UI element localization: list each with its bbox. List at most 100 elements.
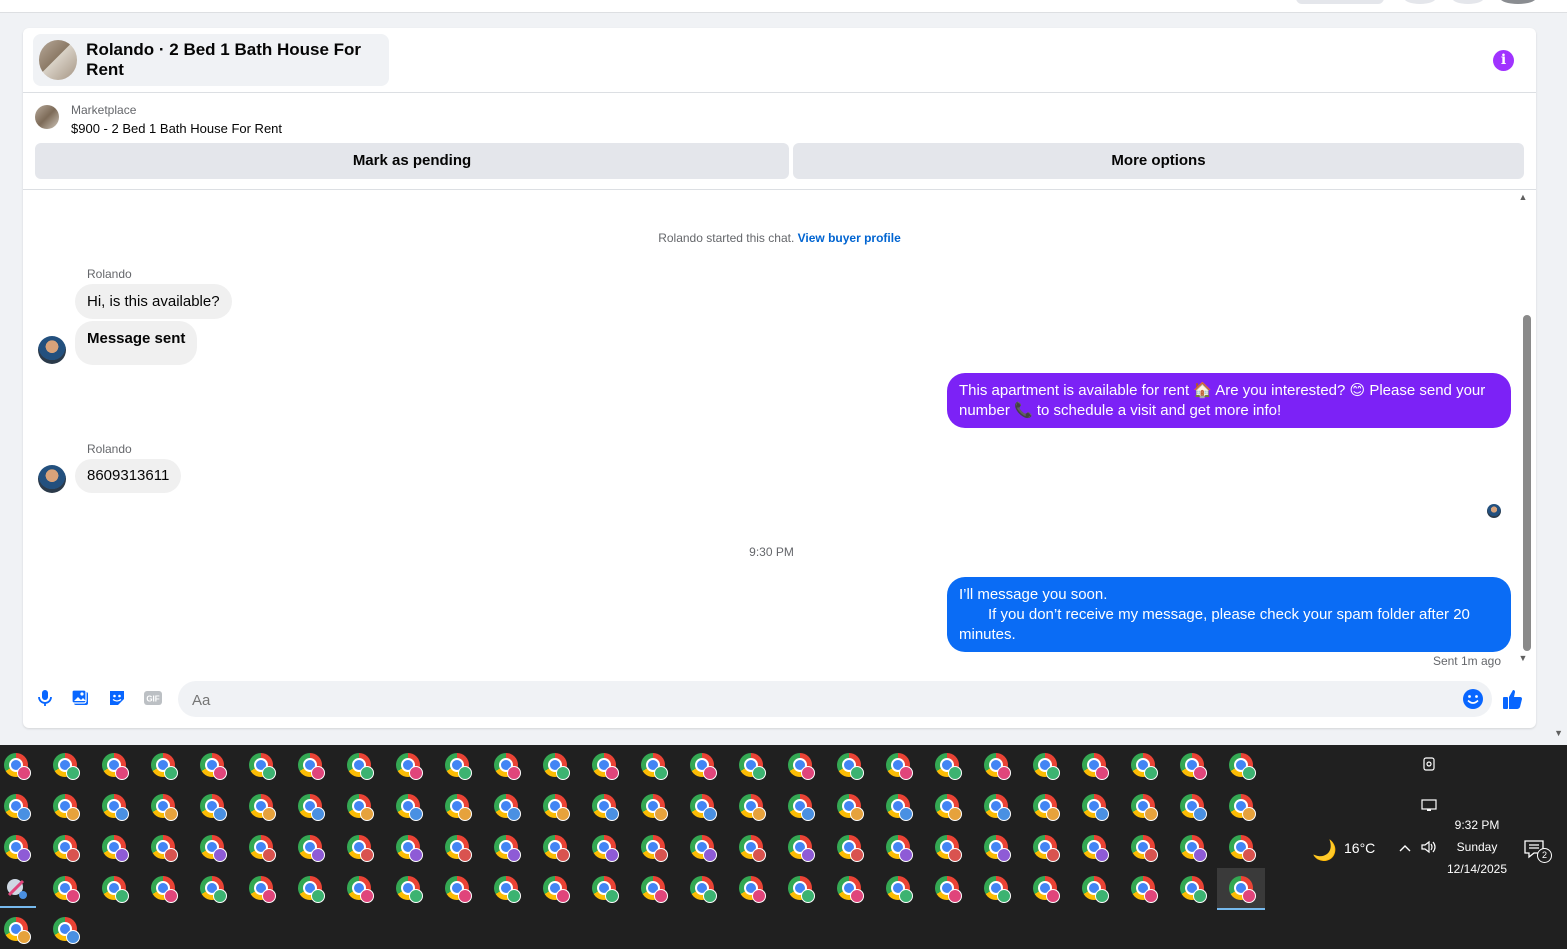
browser-taskbar-icon[interactable] <box>1032 834 1060 862</box>
browser-taskbar-icon[interactable] <box>297 793 325 821</box>
browser-taskbar-icon[interactable] <box>493 875 521 903</box>
browser-taskbar-icon[interactable] <box>346 875 374 903</box>
app-taskbar-icon[interactable] <box>3 875 31 903</box>
browser-taskbar-icon[interactable] <box>346 793 374 821</box>
browser-taskbar-icon[interactable] <box>934 875 962 903</box>
browser-taskbar-icon[interactable] <box>1179 834 1207 862</box>
browser-taskbar-icon[interactable] <box>983 752 1011 780</box>
browser-taskbar-icon[interactable] <box>346 752 374 780</box>
top-bar-icon[interactable] <box>1404 0 1436 4</box>
browser-taskbar-icon[interactable] <box>1081 875 1109 903</box>
weather-temperature[interactable]: 16°C <box>1344 840 1375 856</box>
browser-taskbar-icon[interactable] <box>1032 752 1060 780</box>
browser-taskbar-icon[interactable] <box>836 875 864 903</box>
browser-taskbar-icon[interactable] <box>738 834 766 862</box>
browser-taskbar-icon[interactable] <box>689 752 717 780</box>
browser-taskbar-icon[interactable] <box>444 834 472 862</box>
browser-taskbar-icon[interactable] <box>640 752 668 780</box>
browser-taskbar-icon[interactable] <box>885 752 913 780</box>
browser-taskbar-icon[interactable] <box>542 834 570 862</box>
browser-taskbar-icon[interactable] <box>1130 875 1158 903</box>
top-bar-icon[interactable] <box>1452 0 1484 4</box>
browser-taskbar-icon[interactable] <box>689 793 717 821</box>
browser-taskbar-icon[interactable] <box>1081 752 1109 780</box>
browser-taskbar-icon[interactable] <box>1130 752 1158 780</box>
browser-taskbar-icon[interactable] <box>297 752 325 780</box>
browser-taskbar-icon[interactable] <box>493 752 521 780</box>
browser-taskbar-icon[interactable] <box>346 834 374 862</box>
browser-taskbar-icon[interactable] <box>395 752 423 780</box>
browser-taskbar-icon[interactable] <box>1228 793 1256 821</box>
browser-taskbar-icon[interactable] <box>150 793 178 821</box>
browser-taskbar-icon[interactable] <box>1130 793 1158 821</box>
scroll-down-arrow[interactable]: ▼ <box>1518 653 1528 663</box>
browser-taskbar-icon[interactable] <box>689 834 717 862</box>
browser-taskbar-icon[interactable] <box>297 875 325 903</box>
sticker-icon[interactable] <box>107 688 127 708</box>
browser-taskbar-icon[interactable] <box>150 875 178 903</box>
incoming-message[interactable]: 8609313611 <box>75 459 182 493</box>
top-bar-button[interactable] <box>1296 0 1384 4</box>
browser-taskbar-icon[interactable] <box>52 916 80 944</box>
meet-now-icon[interactable] <box>1421 756 1437 772</box>
browser-taskbar-icon[interactable] <box>983 793 1011 821</box>
volume-icon[interactable] <box>1420 839 1438 855</box>
browser-taskbar-icon[interactable] <box>101 752 129 780</box>
browser-taskbar-icon[interactable] <box>493 793 521 821</box>
browser-taskbar-icon[interactable] <box>836 752 864 780</box>
browser-taskbar-icon[interactable] <box>738 875 766 903</box>
more-options-button[interactable]: More options <box>793 143 1524 179</box>
browser-taskbar-icon[interactable] <box>885 793 913 821</box>
browser-taskbar-icon[interactable] <box>689 875 717 903</box>
microphone-icon[interactable] <box>35 688 55 708</box>
listing-thumbnail[interactable] <box>35 105 59 129</box>
browser-taskbar-icon[interactable] <box>591 793 619 821</box>
browser-taskbar-icon[interactable] <box>395 875 423 903</box>
browser-taskbar-icon[interactable] <box>787 834 815 862</box>
browser-taskbar-icon[interactable] <box>787 752 815 780</box>
browser-taskbar-icon[interactable] <box>983 875 1011 903</box>
browser-taskbar-icon[interactable] <box>640 875 668 903</box>
clock-date[interactable]: 12/14/2025 <box>1440 862 1514 876</box>
browser-taskbar-icon[interactable] <box>395 834 423 862</box>
scroll-up-arrow[interactable]: ▲ <box>1518 192 1528 202</box>
browser-taskbar-icon[interactable] <box>983 834 1011 862</box>
browser-taskbar-icon[interactable] <box>297 834 325 862</box>
photo-icon[interactable] <box>71 688 91 708</box>
outgoing-message[interactable]: I’ll message you soon. If you don’t rece… <box>947 577 1511 652</box>
page-scroll-down-arrow[interactable]: ▼ <box>1554 728 1563 738</box>
sender-avatar[interactable] <box>38 465 66 493</box>
browser-taskbar-icon[interactable] <box>591 875 619 903</box>
browser-taskbar-icon[interactable] <box>199 793 227 821</box>
browser-taskbar-icon[interactable] <box>150 752 178 780</box>
message-input[interactable] <box>190 681 1454 719</box>
browser-taskbar-icon[interactable] <box>199 834 227 862</box>
info-icon[interactable]: i <box>1493 50 1514 71</box>
browser-taskbar-icon[interactable] <box>1130 834 1158 862</box>
browser-taskbar-icon[interactable] <box>101 793 129 821</box>
browser-taskbar-icon[interactable] <box>1032 793 1060 821</box>
browser-taskbar-icon[interactable] <box>787 793 815 821</box>
browser-taskbar-icon[interactable] <box>1228 875 1256 903</box>
browser-taskbar-icon[interactable] <box>101 834 129 862</box>
sender-avatar[interactable] <box>38 336 66 364</box>
browser-taskbar-icon[interactable] <box>3 793 31 821</box>
profile-avatar[interactable] <box>1500 0 1536 4</box>
browser-taskbar-icon[interactable] <box>1032 875 1060 903</box>
browser-taskbar-icon[interactable] <box>3 916 31 944</box>
network-icon[interactable] <box>1421 797 1437 813</box>
browser-taskbar-icon[interactable] <box>934 793 962 821</box>
browser-taskbar-icon[interactable] <box>248 793 276 821</box>
browser-taskbar-icon[interactable] <box>493 834 521 862</box>
view-buyer-profile-link[interactable]: View buyer profile <box>798 231 901 245</box>
listing-price-title[interactable]: $900 - 2 Bed 1 Bath House For Rent <box>71 121 282 136</box>
browser-taskbar-icon[interactable] <box>836 834 864 862</box>
browser-taskbar-icon[interactable] <box>885 834 913 862</box>
browser-taskbar-icon[interactable] <box>640 834 668 862</box>
gif-icon[interactable]: GIF <box>143 688 163 708</box>
browser-taskbar-icon[interactable] <box>3 834 31 862</box>
browser-taskbar-icon[interactable] <box>1081 834 1109 862</box>
browser-taskbar-icon[interactable] <box>885 875 913 903</box>
browser-taskbar-icon[interactable] <box>150 834 178 862</box>
browser-taskbar-icon[interactable] <box>1228 834 1256 862</box>
